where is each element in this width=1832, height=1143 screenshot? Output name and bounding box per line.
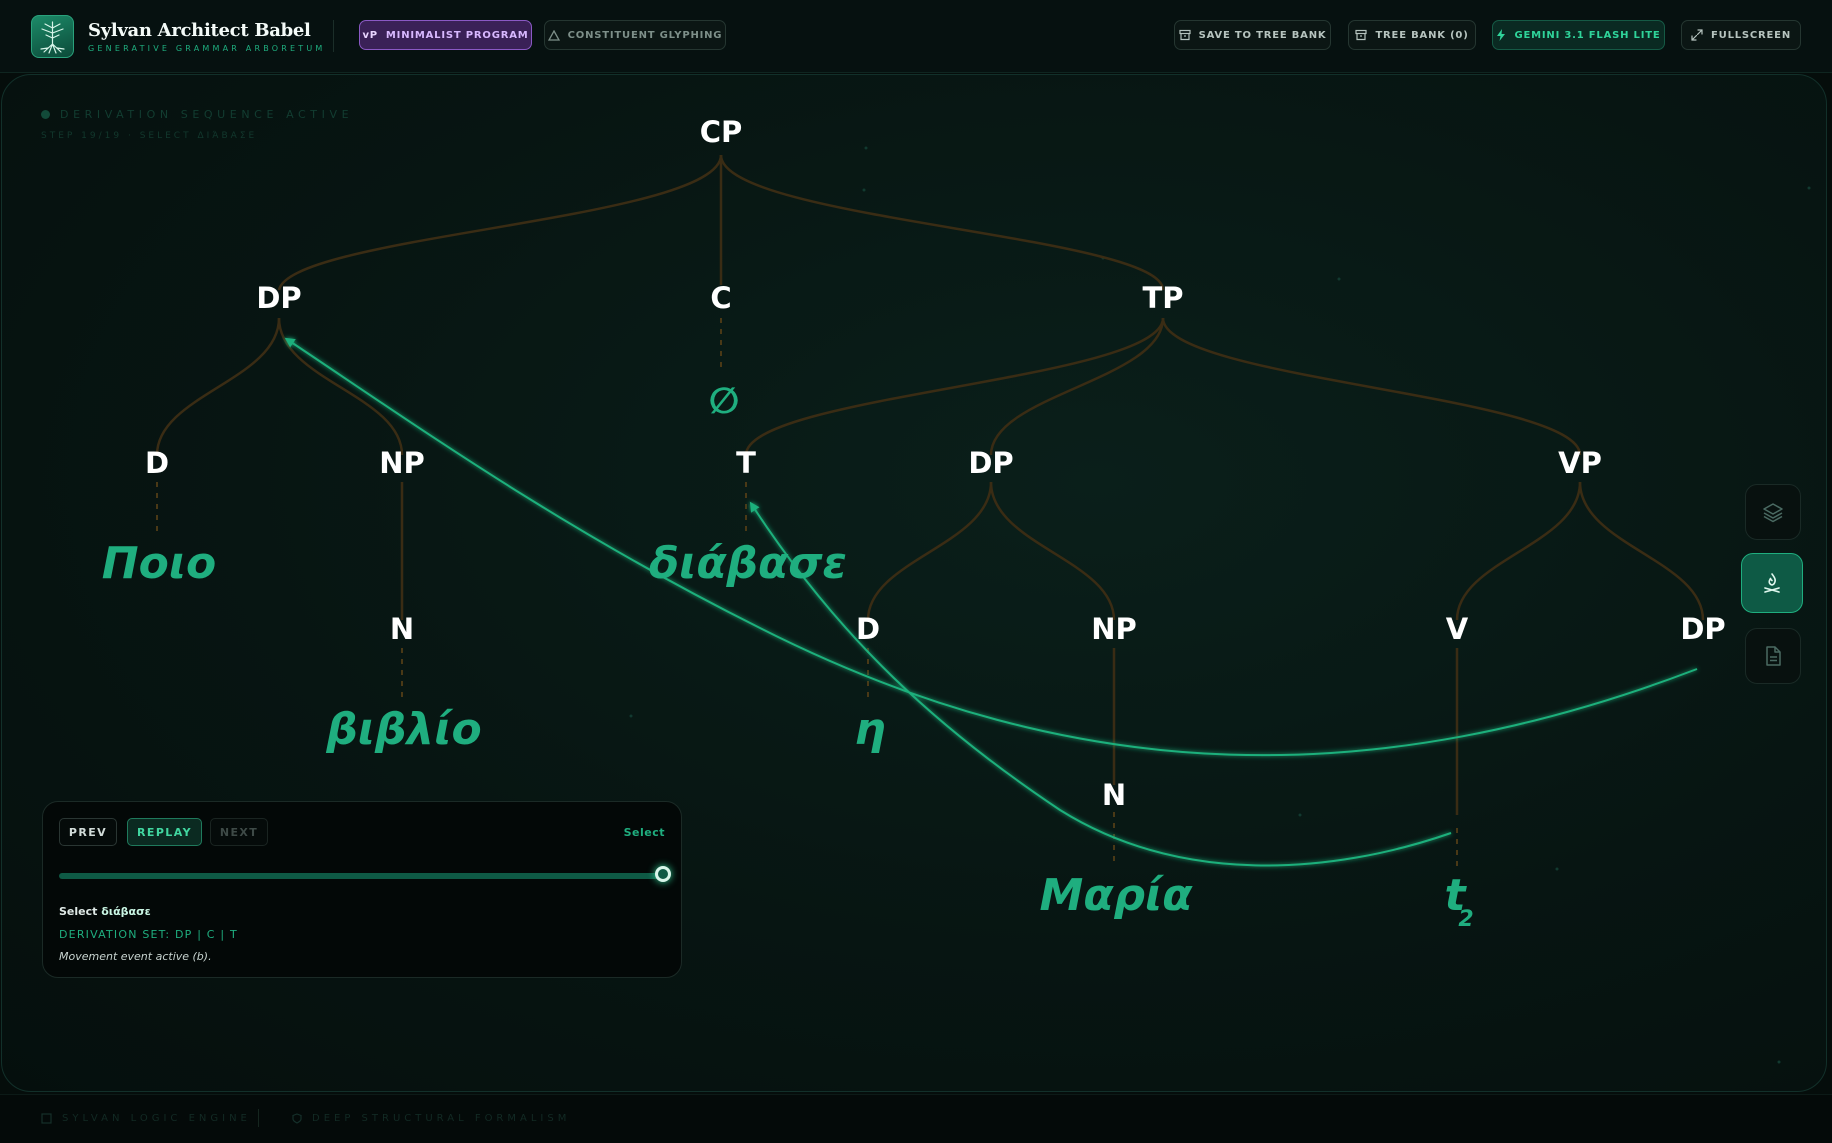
node-dp[interactable]: DP bbox=[256, 281, 301, 315]
branch-cp-dp bbox=[277, 154, 723, 291]
branch-cp-tp bbox=[719, 154, 1165, 291]
node-d-subject[interactable]: D bbox=[856, 612, 880, 646]
leaf-maria: Μαρία bbox=[1040, 870, 1194, 921]
step-description: Select διάβασε bbox=[59, 905, 151, 918]
step-description-word: διάβασε bbox=[101, 905, 151, 918]
branch-vp-dp bbox=[1578, 481, 1705, 621]
node-d[interactable]: D bbox=[145, 446, 169, 480]
node-dp-object[interactable]: DP bbox=[1680, 612, 1725, 646]
node-cp[interactable]: CP bbox=[700, 115, 743, 149]
branch-tp-t bbox=[744, 317, 1165, 456]
branch-dp-np bbox=[277, 317, 404, 456]
chip-icon bbox=[41, 1113, 52, 1124]
leaf-poio: Ποιο bbox=[102, 538, 216, 589]
layers-button[interactable] bbox=[1745, 484, 1801, 540]
node-vp[interactable]: VP bbox=[1558, 446, 1602, 480]
node-v[interactable]: V bbox=[1446, 612, 1469, 646]
derivation-player: PREV REPLAY NEXT Select Select διάβασε D… bbox=[42, 801, 682, 978]
leaf-vivlio: βιβλίο bbox=[325, 704, 481, 755]
operation-mode: Select bbox=[623, 826, 665, 839]
movement-note: Movement event active (b). bbox=[59, 950, 212, 963]
prev-button[interactable]: PREV bbox=[59, 818, 117, 846]
movement-arrows bbox=[284, 337, 1698, 867]
node-dp-subject[interactable]: DP bbox=[968, 446, 1013, 480]
node-c[interactable]: C bbox=[710, 281, 731, 315]
footer-engine: SYLVAN LOGIC ENGINE bbox=[41, 1113, 251, 1124]
derivation-slider-thumb[interactable] bbox=[655, 866, 671, 882]
branch-tp-dp bbox=[989, 317, 1165, 456]
movement-arrow-dp bbox=[284, 337, 1698, 757]
step-description-prefix: Select bbox=[59, 905, 102, 918]
leaf-diavase: διάβασε bbox=[649, 538, 847, 589]
leaf-connectors bbox=[156, 318, 1458, 868]
footer-engine-label: SYLVAN LOGIC ENGINE bbox=[62, 1113, 251, 1124]
document-button[interactable] bbox=[1745, 628, 1801, 684]
node-np-subject[interactable]: NP bbox=[1091, 612, 1137, 646]
layers-icon bbox=[1763, 503, 1783, 523]
branch-vp-v bbox=[1455, 481, 1582, 621]
campfire-button[interactable] bbox=[1741, 553, 1803, 613]
node-t[interactable]: T bbox=[736, 446, 756, 480]
derivation-set: DERIVATION SET: DP | C | T bbox=[59, 928, 238, 941]
node-tp[interactable]: TP bbox=[1142, 281, 1183, 315]
footer-divider bbox=[258, 1109, 259, 1127]
trace-subscript: 2 bbox=[1458, 907, 1473, 932]
branch-dp-np2 bbox=[989, 481, 1116, 621]
shield-icon bbox=[292, 1113, 302, 1124]
replay-button[interactable]: REPLAY bbox=[127, 818, 202, 846]
next-button[interactable]: NEXT bbox=[210, 818, 268, 846]
leaf-i: η bbox=[854, 704, 885, 755]
leaf-null: ∅ bbox=[709, 381, 740, 422]
derivation-slider-track[interactable] bbox=[59, 873, 663, 879]
background-particles bbox=[629, 146, 1811, 1064]
campfire-icon bbox=[1764, 573, 1780, 593]
footer-formalism-label: DEEP STRUCTURAL FORMALISM bbox=[312, 1113, 571, 1124]
node-n-subject[interactable]: N bbox=[1102, 778, 1126, 812]
document-icon bbox=[1766, 646, 1781, 666]
footer-formalism: DEEP STRUCTURAL FORMALISM bbox=[292, 1113, 570, 1124]
node-n[interactable]: N bbox=[390, 612, 414, 646]
branch-dp-d bbox=[155, 317, 281, 456]
branch-tp-vp bbox=[1161, 317, 1582, 456]
node-np[interactable]: NP bbox=[379, 446, 425, 480]
footer: SYLVAN LOGIC ENGINE DEEP STRUCTURAL FORM… bbox=[0, 1094, 1832, 1143]
branch-dp-d2 bbox=[866, 481, 993, 621]
